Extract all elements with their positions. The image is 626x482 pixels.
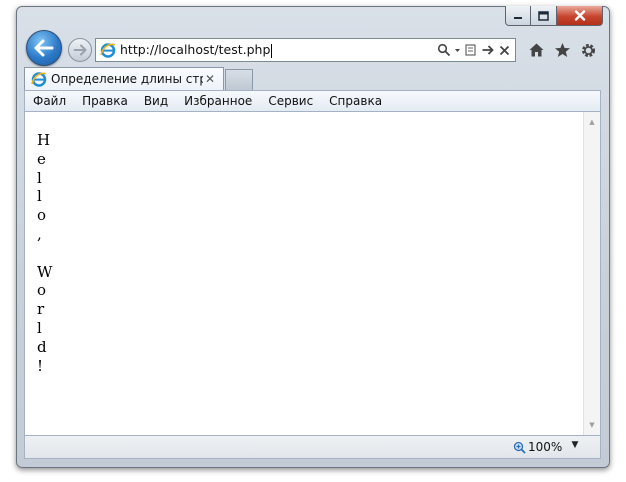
scroll-down-arrow-icon[interactable]: ▼	[584, 417, 600, 433]
search-icon[interactable]	[437, 43, 451, 57]
new-tab-button[interactable]	[225, 69, 253, 90]
minimize-button[interactable]	[505, 6, 531, 26]
tab-title: Определение длины строки	[51, 72, 203, 86]
address-tools	[437, 43, 511, 57]
char-line: H	[37, 131, 51, 149]
star-icon	[554, 43, 570, 57]
minimize-icon	[514, 16, 522, 19]
toolbar-icons	[527, 41, 597, 59]
browser-window: http://localhost/test.php Определение дл…	[16, 6, 610, 468]
back-arrow-icon	[34, 39, 54, 57]
stop-icon[interactable]	[498, 44, 511, 57]
char-line: l	[37, 168, 42, 187]
close-icon	[574, 10, 585, 21]
menu-view[interactable]: Вид	[136, 91, 176, 111]
gear-icon	[581, 43, 595, 57]
char-line: W	[37, 262, 53, 281]
ie-logo-icon	[100, 43, 116, 58]
zoom-dropdown-icon[interactable]: ▼	[570, 440, 580, 450]
zoom-control[interactable]: 100%	[513, 440, 562, 454]
zoom-level: 100%	[528, 440, 563, 454]
compatibility-view-icon[interactable]	[464, 43, 478, 57]
tools-button[interactable]	[579, 41, 597, 59]
close-window-button[interactable]	[557, 6, 603, 26]
char-line: d	[37, 337, 47, 356]
menu-file[interactable]: Файл	[25, 91, 74, 111]
tab-close-icon[interactable]: ✕	[203, 72, 217, 86]
char-line: o	[37, 281, 47, 300]
char-line: e	[37, 149, 46, 168]
char-line: l	[37, 318, 42, 337]
char-line: !	[37, 356, 44, 375]
char-line-space	[37, 244, 52, 263]
vertical-scrollbar[interactable]: ▲ ▼	[583, 112, 600, 435]
address-bar[interactable]: http://localhost/test.php	[95, 38, 516, 62]
tab-favicon-icon	[31, 72, 47, 87]
home-icon	[529, 43, 543, 57]
search-dropdown-icon[interactable]	[454, 47, 461, 54]
page-content: H e l l o , W o r l d ! ▲ ▼	[24, 112, 601, 435]
forward-arrow-icon	[73, 44, 87, 56]
maximize-button[interactable]	[531, 6, 557, 26]
status-bar: 100% ▼	[24, 435, 601, 459]
char-line: o	[37, 206, 47, 225]
menu-favorites[interactable]: Избранное	[176, 91, 260, 111]
zoom-icon	[513, 441, 526, 454]
refresh-icon[interactable]	[481, 43, 495, 57]
home-button[interactable]	[527, 41, 545, 59]
menu-help[interactable]: Справка	[321, 91, 390, 111]
tab-active[interactable]: Определение длины строки ✕	[24, 67, 224, 90]
forward-button[interactable]	[68, 38, 92, 62]
back-button[interactable]	[26, 30, 62, 66]
url-field[interactable]: http://localhost/test.php	[120, 42, 437, 58]
caption-buttons	[505, 6, 603, 26]
menu-tools[interactable]: Сервис	[260, 91, 321, 111]
char-line: r	[37, 300, 45, 319]
menu-edit[interactable]: Правка	[74, 91, 136, 111]
character-list: H e l l o , W o r l d !	[37, 131, 52, 375]
url-text: http://localhost/test.php	[120, 42, 271, 58]
scroll-up-arrow-icon[interactable]: ▲	[584, 114, 600, 130]
text-caret	[271, 43, 273, 58]
favorites-button[interactable]	[553, 41, 571, 59]
char-line: ,	[37, 224, 42, 243]
maximize-icon	[538, 10, 549, 21]
menu-bar: Файл Правка Вид Избранное Сервис Справка	[24, 90, 601, 112]
char-line: l	[37, 187, 42, 206]
